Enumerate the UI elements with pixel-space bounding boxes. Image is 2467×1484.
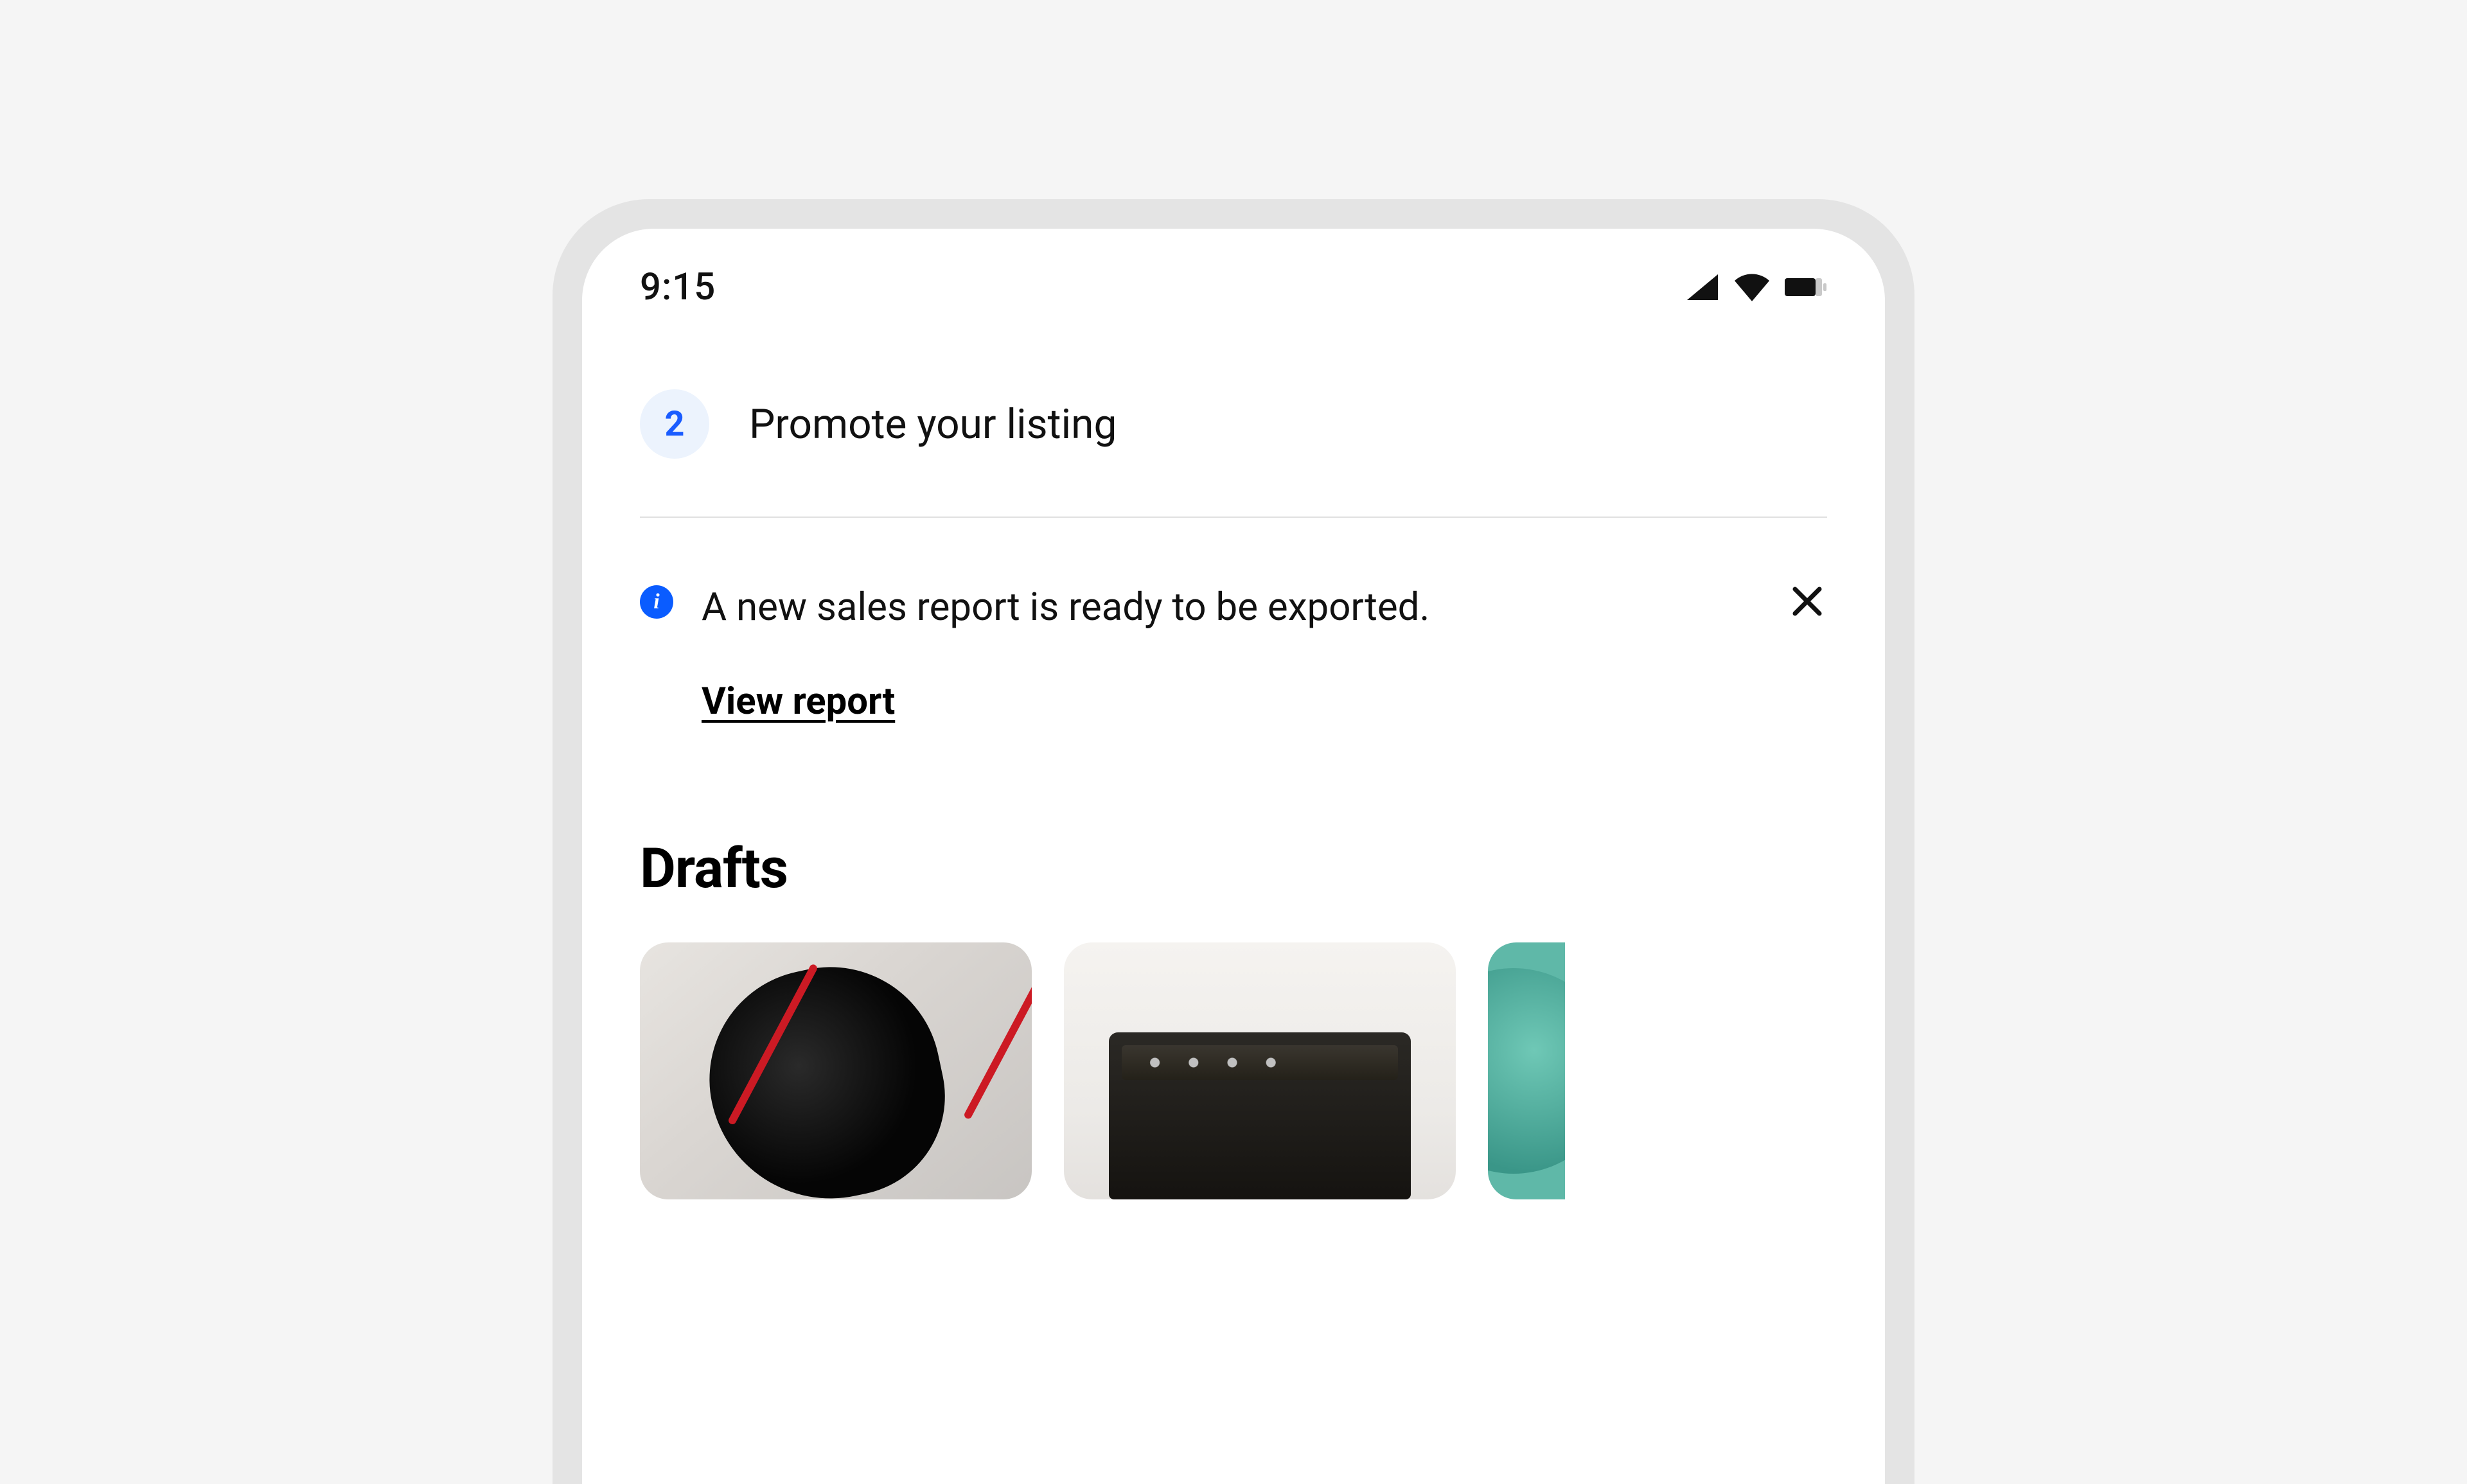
wifi-icon — [1733, 273, 1771, 301]
battery-icon — [1785, 276, 1827, 299]
info-alert: i A new sales report is ready to be expo… — [640, 518, 1827, 723]
step-label: Promote your listing — [749, 400, 1117, 448]
draft-card[interactable] — [1064, 942, 1456, 1199]
cellular-signal-icon — [1686, 273, 1719, 301]
close-icon — [1791, 585, 1823, 617]
view-report-link[interactable]: View report — [702, 680, 895, 723]
status-time: 9:15 — [640, 265, 716, 309]
status-bar: 9:15 — [582, 229, 1885, 331]
device-frame: 9:15 2 — [553, 199, 1914, 1484]
step-row[interactable]: 2 Promote your listing — [640, 389, 1827, 518]
alert-body: A new sales report is ready to be export… — [702, 579, 1759, 723]
step-number-badge: 2 — [640, 389, 709, 459]
draft-card[interactable] — [640, 942, 1032, 1199]
close-alert-button[interactable] — [1787, 581, 1827, 621]
draft-card[interactable] — [1488, 942, 1565, 1199]
phone-screen: 9:15 2 — [582, 229, 1885, 1484]
drafts-section: Drafts — [640, 836, 1827, 1199]
drafts-carousel[interactable] — [640, 942, 1827, 1199]
info-icon: i — [640, 585, 673, 619]
alert-message: A new sales report is ready to be export… — [702, 579, 1759, 635]
drafts-heading: Drafts — [640, 836, 1827, 901]
status-icons — [1686, 273, 1827, 301]
content-area: 2 Promote your listing i A new sales rep… — [582, 331, 1885, 1484]
